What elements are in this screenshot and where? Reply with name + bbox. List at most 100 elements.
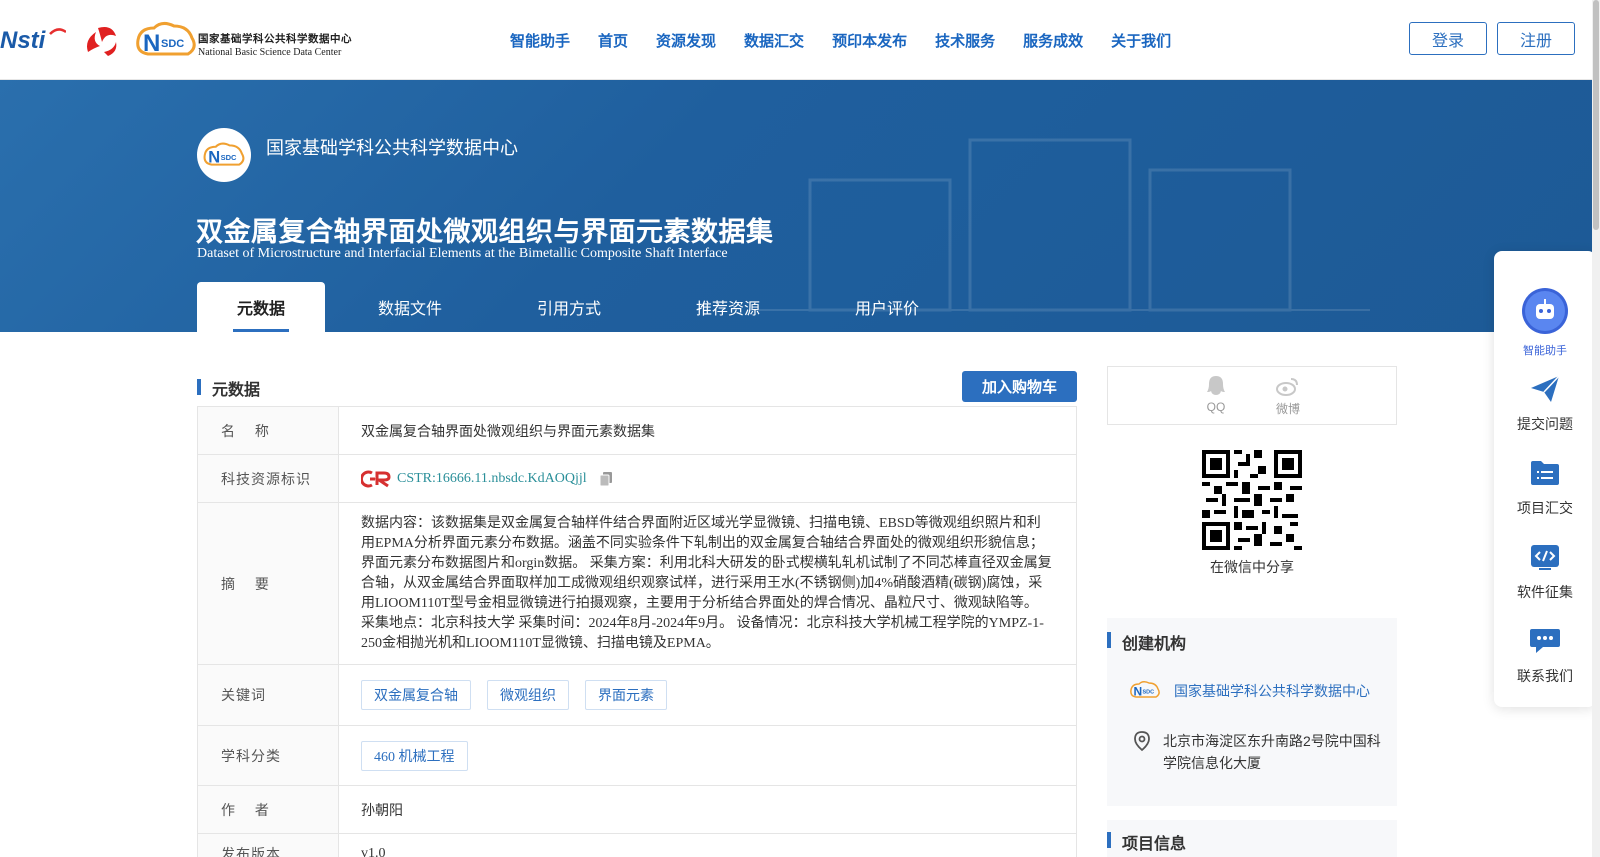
scrollbar-thumb[interactable]: [1593, 0, 1599, 230]
tab-user-reviews[interactable]: 用户评价: [813, 282, 961, 332]
table-row: 关键词 双金属复合轴 微观组织 界面元素: [198, 665, 1076, 726]
org-address: 北京市海淀区东升南路2号院中国科学院信息化大厦: [1163, 733, 1381, 771]
tab-metadata[interactable]: 元数据: [197, 282, 325, 332]
creator-org-title: 创建机构: [1122, 636, 1187, 653]
float-contact-label: 联系我们: [1517, 668, 1573, 684]
copy-icon[interactable]: [599, 471, 613, 487]
row-value-subject: 460 机械工程: [339, 726, 1076, 785]
org-logo: N SDC: [197, 128, 251, 182]
dataset-tabs: 元数据 数据文件 引用方式 推荐资源 用户评价: [197, 282, 961, 332]
svg-text:Nsti: Nsti: [0, 27, 47, 54]
floating-sidebar: 智能助手 提交问题 项目汇交 软件征集 联系我们: [1494, 251, 1596, 707]
row-value-name: 双金属复合轴界面处微观组织与界面元素数据集: [361, 423, 655, 440]
wechat-share-label: 在微信中分享: [1210, 559, 1294, 575]
cstr-link[interactable]: CSTR:16666.11.nbsdc.KdAOQjjl: [397, 471, 587, 487]
svg-text:SDC: SDC: [221, 153, 237, 162]
add-to-cart-button[interactable]: 加入购物车: [962, 371, 1077, 402]
table-row: 摘 要 数据内容：该数据集是双金属复合轴样件结合界面附近区域光学显微镜、扫描电镜…: [198, 503, 1076, 665]
subject-tag[interactable]: 460 机械工程: [361, 740, 468, 771]
share-qq-label: QQ: [1206, 400, 1226, 414]
weibo-icon: [1276, 378, 1298, 396]
nsdc-logo-cn: 国家基础学科公共科学数据中心: [198, 33, 352, 45]
tab-metadata-label: 元数据: [236, 301, 285, 318]
qq-icon: [1207, 376, 1225, 395]
register-button[interactable]: 注册: [1497, 22, 1575, 55]
metadata-section-header: 元数据 加入购物车: [197, 370, 1077, 406]
svg-text:SDC: SDC: [1143, 690, 1155, 696]
float-software-label: 软件征集: [1517, 584, 1573, 600]
cstr-logo-icon: [361, 470, 391, 487]
share-weibo-label: 微博: [1275, 402, 1300, 416]
float-ai-assistant[interactable]: 智能助手: [1494, 287, 1596, 358]
paper-plane-icon: [1531, 375, 1560, 402]
nav-preprint[interactable]: 预印本发布: [818, 30, 921, 51]
metadata-section-title: 元数据: [212, 382, 261, 399]
nav-tech-services[interactable]: 技术服务: [921, 30, 1009, 51]
project-info-panel: 项目信息: [1107, 820, 1397, 857]
nav-home[interactable]: 首页: [584, 30, 642, 51]
float-software-collect[interactable]: 软件征集: [1494, 541, 1596, 602]
svg-text:SDC: SDC: [161, 38, 184, 50]
keyword-tag[interactable]: 微观组织: [487, 680, 569, 710]
table-row: 名 称 双金属复合轴界面处微观组织与界面元素数据集: [198, 407, 1076, 455]
project-info-title: 项目信息: [1122, 836, 1187, 853]
row-label-author: 作 者: [198, 786, 339, 833]
float-contact-us[interactable]: 联系我们: [1494, 625, 1596, 686]
table-row: 学科分类 460 机械工程: [198, 726, 1076, 786]
table-row: 作 者 孙朝阳: [198, 786, 1076, 834]
nsdc-logo-text: 国家基础学科公共科学数据中心 National Basic Science Da…: [198, 33, 352, 57]
nav-resource-discovery[interactable]: 资源发现: [642, 30, 730, 51]
location-pin-icon: [1134, 731, 1150, 752]
nsdc-logo-icon: N SDC: [203, 142, 245, 167]
creator-org-link[interactable]: 国家基础学科公共科学数据中心: [1174, 681, 1370, 701]
share-weibo[interactable]: 微博: [1268, 375, 1308, 417]
dataset-title: 双金属复合轴界面处微观组织与界面元素数据集: [196, 217, 774, 247]
creator-org-panel: 创建机构 N SDC 国家基础学科公共科学数据中心 北京市海淀区东升南路2号院中…: [1107, 618, 1397, 806]
nsdc-logo[interactable]: N SDC: [134, 20, 198, 60]
row-value-id: CSTR:16666.11.nbsdc.KdAOQjjl: [339, 455, 1076, 502]
cas-logo[interactable]: [82, 22, 120, 58]
row-label-abstract: 摘 要: [198, 503, 339, 664]
share-qq[interactable]: QQ: [1196, 375, 1236, 414]
row-value-author: 孙朝阳: [361, 802, 403, 819]
table-row: 发布版本 v1.0: [198, 834, 1076, 857]
row-label-keywords: 关键词: [198, 665, 339, 725]
org-logo-icon: N SDC: [1130, 680, 1160, 699]
panel-accent-bar: [1107, 632, 1111, 648]
top-header: Nsti N SDC 国家基础学科公共科学数据中心 National Basic…: [0, 0, 1600, 80]
share-box: QQ 微博: [1107, 366, 1397, 425]
nav-about[interactable]: 关于我们: [1097, 30, 1185, 51]
nav-ai-assistant[interactable]: 智能助手: [496, 30, 584, 51]
row-label-version: 发布版本: [198, 834, 339, 857]
section-accent-bar: [197, 379, 201, 395]
float-project-label: 项目汇交: [1517, 500, 1573, 516]
banner-org-name: 国家基础学科公共科学数据中心: [266, 138, 518, 158]
keyword-tag[interactable]: 双金属复合轴: [361, 680, 471, 710]
float-submit-issue[interactable]: 提交问题: [1494, 373, 1596, 434]
float-ai-label: 智能助手: [1523, 345, 1567, 357]
row-value-abstract: 数据内容：该数据集是双金属复合轴样件结合界面附近区域光学显微镜、扫描电镜、EBS…: [361, 515, 1052, 651]
table-row: 科技资源标识 CSTR:16666.11.nbsdc.KdAOQjjl: [198, 455, 1076, 503]
nstl-logo[interactable]: Nsti: [0, 24, 66, 56]
folder-list-icon: [1531, 461, 1559, 485]
svg-text:N: N: [1134, 685, 1143, 699]
code-icon: [1531, 545, 1559, 570]
row-value-version: v1.0: [361, 845, 386, 857]
row-label-name: 名 称: [198, 407, 339, 454]
keyword-tag[interactable]: 界面元素: [585, 680, 667, 710]
wechat-qr-code: [1202, 450, 1302, 550]
float-submit-label: 提交问题: [1517, 416, 1573, 432]
robot-icon: [1522, 288, 1568, 334]
panel-accent-bar: [1107, 832, 1111, 848]
float-project-submit[interactable]: 项目汇交: [1494, 457, 1596, 518]
main-nav: 智能助手 首页 资源发现 数据汇交 预印本发布 技术服务 服务成效 关于我们: [496, 0, 1185, 80]
tab-recommended[interactable]: 推荐资源: [643, 282, 813, 332]
active-tab-underline: [233, 329, 289, 332]
nav-data-submission[interactable]: 数据汇交: [730, 30, 818, 51]
tab-citation[interactable]: 引用方式: [495, 282, 643, 332]
row-label-subject: 学科分类: [198, 726, 339, 785]
nav-service-results[interactable]: 服务成效: [1009, 30, 1097, 51]
metadata-table: 名 称 双金属复合轴界面处微观组织与界面元素数据集 科技资源标识 CSTR:16…: [197, 406, 1077, 857]
tab-data-files[interactable]: 数据文件: [325, 282, 495, 332]
login-button[interactable]: 登录: [1409, 22, 1487, 55]
